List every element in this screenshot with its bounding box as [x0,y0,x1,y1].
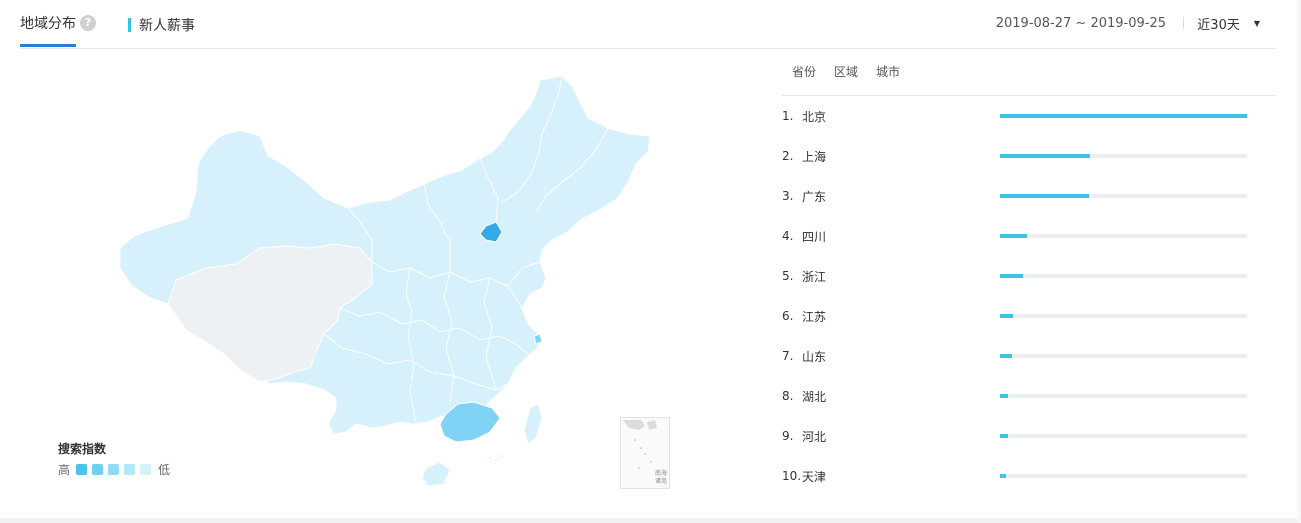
rank-bar-track [1000,394,1247,398]
rank-number: 8. [782,389,794,403]
rank-number: 6. [782,309,794,323]
rank-province-name: 河北 [802,429,827,444]
rank-bar-fill [1000,194,1089,198]
right-gutter [1297,0,1301,523]
map-region-hainan[interactable] [421,461,451,487]
rank-bar-track [1000,114,1247,118]
tab-region-label: 地域分布 [20,16,76,32]
ranking-row[interactable]: 7. 山东 [782,336,1276,376]
header-divider [1183,17,1184,29]
rank-number: 10. [782,469,802,483]
active-tab-underline [20,44,76,47]
ranking-panel: 省份 区域 城市 1. 北京 2. 上海 3. 广东 4. 四川 5. 浙江 6. 江苏 7. 山东 8. 湖… [782,48,1276,496]
help-icon[interactable]: ? [80,15,96,31]
rank-bar-track [1000,234,1247,238]
tab-marker [128,18,131,32]
legend-swatch-4 [124,464,136,475]
bottom-strip [0,518,1301,523]
tab-area[interactable]: 区域 [834,63,858,80]
ranking-row[interactable]: 10. 天津 [782,456,1276,496]
rank-bar-track [1000,434,1247,438]
ranking-row[interactable]: 3. 广东 [782,176,1276,216]
rank-province-name: 广东 [802,189,827,204]
inset-label-line-2: 诸岛 [654,478,667,485]
legend-swatch-2 [92,464,104,475]
map-region-base[interactable] [119,75,651,435]
rank-province-name: 天津 [802,469,827,484]
ranking-row[interactable]: 6. 江苏 [782,296,1276,336]
legend-title: 搜索指数 [58,442,107,456]
date-range[interactable]: 2019-08-27 ~ 2019-09-25 [996,16,1166,31]
rank-number: 2. [782,149,794,163]
rank-bar-fill [1000,434,1009,438]
ranking-row[interactable]: 4. 四川 [782,216,1276,256]
map-svg [119,75,651,487]
rank-bar-fill [1000,354,1012,358]
rank-province-name: 北京 [802,109,827,124]
tab-province[interactable]: 省份 [792,63,816,80]
rank-number: 5. [782,269,794,283]
island-dots [489,455,503,461]
ranking-list: 1. 北京 2. 上海 3. 广东 4. 四川 5. 浙江 6. 江苏 7. 山东 8. 湖北 9. 河北 10. 天… [782,96,1276,496]
rank-province-name: 浙江 [802,269,827,284]
legend-swatch-1 [76,464,88,475]
region-distribution-card: 地域分布 ? 新人薪事 2019-08-27 ~ 2019-09-25 近30天… [0,0,1301,518]
rank-province-name: 山东 [802,349,827,364]
rank-bar-fill [1000,234,1028,238]
rank-province-name: 四川 [802,229,827,244]
inset-label: 南海 诸岛 [637,470,667,486]
legend-scale: 高 低 [58,461,170,478]
south-china-sea-inset: 南海 诸岛 [620,417,670,489]
rank-bar-fill [1000,274,1024,278]
ranking-row[interactable]: 8. 湖北 [782,376,1276,416]
rank-bar-track [1000,314,1247,318]
card-header: 地域分布 ? 新人薪事 2019-08-27 ~ 2019-09-25 近30天… [20,0,1276,49]
rank-bar-track [1000,154,1247,158]
rank-bar-fill [1000,114,1247,118]
rank-bar-track [1000,194,1247,198]
period-value: 近30天 [1197,18,1240,33]
rank-bar-track [1000,474,1247,478]
map-legend: 搜索指数 高 低 [58,440,170,478]
tab-city[interactable]: 城市 [876,63,900,80]
period-select[interactable]: 近30天 ▼ [1197,14,1260,33]
map-region-taiwan[interactable] [523,403,543,445]
tab-region-distribution[interactable]: 地域分布 ? [20,13,96,33]
rank-bar-fill [1000,394,1009,398]
map-region-shanghai[interactable] [533,333,543,345]
rank-number: 4. [782,229,794,243]
inset-label-line-1: 南海 [654,470,667,477]
rank-number: 3. [782,189,794,203]
rank-province-name: 湖北 [802,389,827,404]
ranking-row[interactable]: 5. 浙江 [782,256,1276,296]
china-map [110,72,670,492]
legend-swatch-3 [108,464,120,475]
caret-down-icon: ▼ [1253,19,1260,28]
rank-bar-track [1000,354,1247,358]
legend-low-label: 低 [158,463,171,477]
rank-province-name: 江苏 [802,309,827,324]
rank-bar-fill [1000,474,1007,478]
ranking-row[interactable]: 2. 上海 [782,136,1276,176]
tab-people-label: 新人薪事 [139,18,195,34]
rank-bar-track [1000,274,1247,278]
rank-number: 1. [782,109,794,123]
rank-province-name: 上海 [802,149,827,164]
legend-swatch-5 [140,464,152,475]
rank-number: 9. [782,429,794,443]
ranking-row[interactable]: 9. 河北 [782,416,1276,456]
rank-bar-fill [1000,154,1091,158]
tab-people[interactable]: 新人薪事 [128,15,195,35]
ranking-row[interactable]: 1. 北京 [782,96,1276,136]
ranking-tabs: 省份 区域 城市 [782,48,1276,96]
legend-high-label: 高 [58,463,71,477]
rank-number: 7. [782,349,794,363]
rank-bar-fill [1000,314,1013,318]
